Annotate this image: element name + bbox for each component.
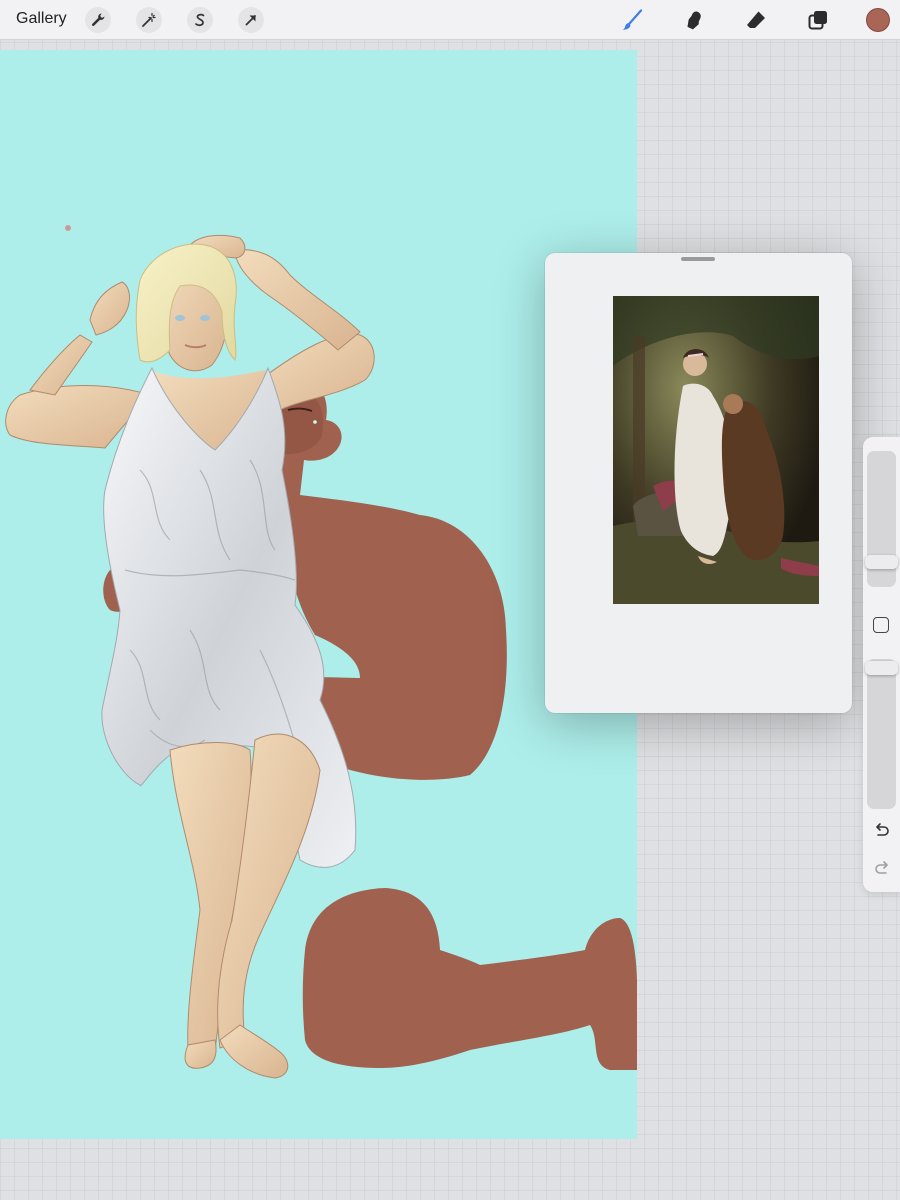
- reference-drag-handle[interactable]: [681, 257, 715, 261]
- transform-arrow-icon: [245, 15, 256, 26]
- brush-icon: [622, 9, 643, 30]
- opacity-slider[interactable]: [867, 659, 896, 809]
- layers-tool[interactable]: [804, 6, 832, 34]
- eraser-tool[interactable]: [742, 6, 770, 34]
- reference-image: [613, 296, 819, 604]
- artwork: [0, 50, 637, 1139]
- top-toolbar: Gallery: [0, 0, 900, 40]
- smudge-tool[interactable]: [680, 6, 708, 34]
- redo-icon[interactable]: [872, 859, 892, 879]
- drawing-canvas[interactable]: [0, 50, 637, 1139]
- brush-tool[interactable]: [618, 6, 646, 34]
- selection-button[interactable]: [187, 7, 213, 33]
- smudge-icon: [687, 11, 701, 30]
- selection-icon: [195, 13, 205, 27]
- layers-icon: [808, 11, 827, 30]
- undo-icon[interactable]: [872, 821, 892, 841]
- eraser-icon: [747, 11, 765, 28]
- brush-size-thumb[interactable]: [865, 555, 898, 569]
- color-swatch[interactable]: [866, 8, 890, 32]
- gallery-button[interactable]: Gallery: [16, 10, 67, 28]
- reference-window[interactable]: [545, 253, 852, 713]
- magic-wand-icon: [142, 12, 156, 27]
- side-bar: [863, 437, 900, 892]
- modify-button[interactable]: [873, 617, 889, 633]
- wrench-icon: [91, 13, 105, 27]
- transform-button[interactable]: [238, 7, 264, 33]
- actions-button[interactable]: [85, 7, 111, 33]
- adjustments-button[interactable]: [136, 7, 162, 33]
- opacity-thumb[interactable]: [865, 661, 898, 675]
